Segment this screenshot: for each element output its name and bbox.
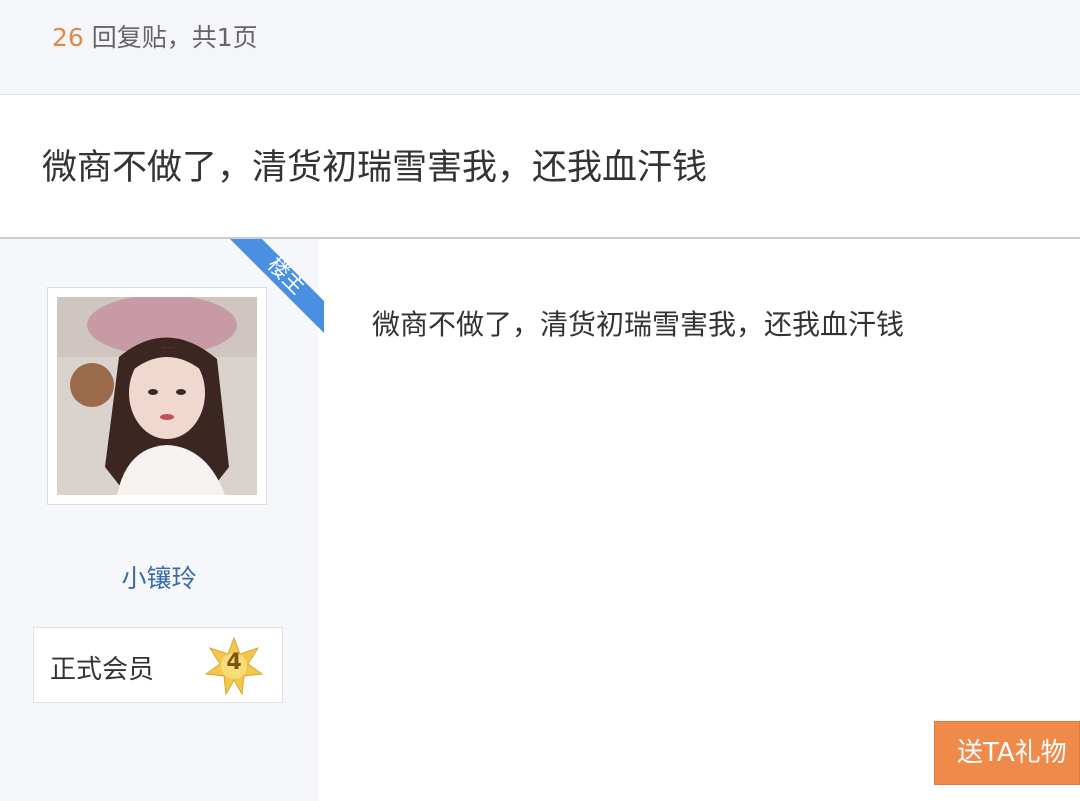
star-badge-icon: 4 xyxy=(204,636,264,696)
reply-summary-text: 回复贴，共1页 xyxy=(91,23,258,52)
author-username[interactable]: 小镶玲 xyxy=(0,559,318,595)
thread-title: 微商不做了，清货初瑞雪害我，还我血汗钱 xyxy=(42,148,708,188)
send-gift-button[interactable]: 送TA礼物 xyxy=(934,721,1080,785)
thread-title-row: 微商不做了，清货初瑞雪害我，还我血汗钱 xyxy=(0,95,1080,239)
post-content: 微商不做了，清货初瑞雪害我，还我血汗钱 xyxy=(372,308,905,341)
reply-summary: 26 回复贴，共1页 xyxy=(52,18,258,54)
level-number: 4 xyxy=(226,650,242,675)
member-rank-box: 正式会员 4 xyxy=(33,627,283,703)
member-rank-label: 正式会员 xyxy=(50,655,155,685)
avatar[interactable] xyxy=(57,297,257,495)
owner-corner-ribbon: 楼主 xyxy=(230,239,324,333)
avatar-photo xyxy=(57,297,257,495)
reply-summary-bar: 26 回复贴，共1页 xyxy=(0,0,1080,95)
post: 小镶玲 正式会员 4 楼主 微商不做了，清货初瑞雪害我，还我血汗钱 送TA礼物 xyxy=(0,239,1080,801)
reply-count: 26 xyxy=(52,23,84,52)
